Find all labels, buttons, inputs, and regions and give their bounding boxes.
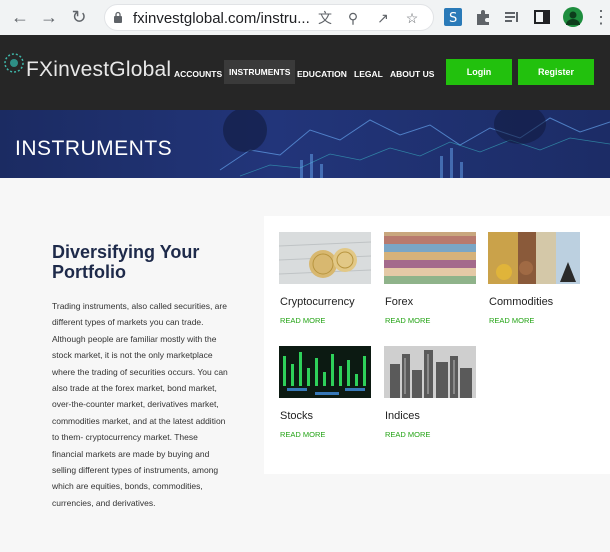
register-button[interactable]: Register xyxy=(518,59,594,85)
menu-icon[interactable]: ⋮ xyxy=(592,6,610,28)
instrument-name[interactable]: Stocks xyxy=(280,410,313,422)
nav-education[interactable]: EDUCATION xyxy=(297,69,347,79)
zoom-icon[interactable]: ⚲ xyxy=(345,10,361,26)
read-more-link[interactable]: READ MORE xyxy=(489,316,534,325)
reload-icon[interactable]: ↻ xyxy=(68,6,90,28)
instrument-name[interactable]: Cryptocurrency xyxy=(280,296,355,308)
nav-instruments[interactable]: INSTRUMENTS xyxy=(224,60,296,84)
indices-image[interactable] xyxy=(384,346,476,398)
cryptocurrency-image[interactable] xyxy=(279,232,371,284)
read-more-link[interactable]: READ MORE xyxy=(280,316,325,325)
intro-paragraph: Trading instruments, also called securit… xyxy=(52,301,228,508)
puzzle-icon[interactable] xyxy=(474,8,492,26)
address-bar[interactable]: fxinvestglobal.com/instru... 文 ⚲ ↗ ☆ xyxy=(104,4,434,31)
bookmark-star-icon[interactable]: ☆ xyxy=(404,10,420,26)
login-button[interactable]: Login xyxy=(446,59,512,85)
url-text: fxinvestglobal.com/instru... xyxy=(133,10,310,27)
share-icon[interactable]: ↗ xyxy=(375,10,391,26)
media-icon[interactable] xyxy=(503,8,521,26)
section-heading: Diversifying Your Portfolio xyxy=(52,242,200,282)
translate-icon[interactable]: 文 xyxy=(317,10,333,26)
nav-legal[interactable]: LEGAL xyxy=(354,69,383,79)
back-arrow-icon[interactable]: ← xyxy=(9,6,31,28)
page-title: INSTRUMENTS xyxy=(15,137,173,160)
instrument-name[interactable]: Commodities xyxy=(489,296,553,308)
page-banner: INSTRUMENTS xyxy=(0,110,610,178)
read-more-link[interactable]: READ MORE xyxy=(385,316,430,325)
nav-about-us[interactable]: ABOUT US xyxy=(390,69,434,79)
extension-s-icon[interactable]: S xyxy=(444,8,462,26)
instrument-name[interactable]: Indices xyxy=(385,410,420,422)
instrument-name[interactable]: Forex xyxy=(385,296,413,308)
side-panel-icon[interactable] xyxy=(533,8,551,26)
browser-toolbar: ← → ↻ fxinvestglobal.com/instru... 文 ⚲ ↗… xyxy=(0,0,610,36)
read-more-link[interactable]: READ MORE xyxy=(385,430,430,439)
read-more-link[interactable]: READ MORE xyxy=(280,430,325,439)
commodities-image[interactable] xyxy=(488,232,580,284)
forex-image[interactable] xyxy=(384,232,476,284)
logo[interactable]: FXinvestGlobal xyxy=(26,58,171,82)
lock-icon xyxy=(114,11,122,23)
forward-arrow-icon[interactable]: → xyxy=(38,6,60,28)
site-header: FXinvestGlobal ACCOUNTS INSTRUMENTS EDUC… xyxy=(0,35,610,110)
logo-globe-icon xyxy=(4,53,24,73)
profile-icon[interactable] xyxy=(563,7,583,27)
svg-text:S: S xyxy=(449,11,457,26)
nav-accounts[interactable]: ACCOUNTS xyxy=(174,69,222,79)
stocks-image[interactable] xyxy=(279,346,371,398)
